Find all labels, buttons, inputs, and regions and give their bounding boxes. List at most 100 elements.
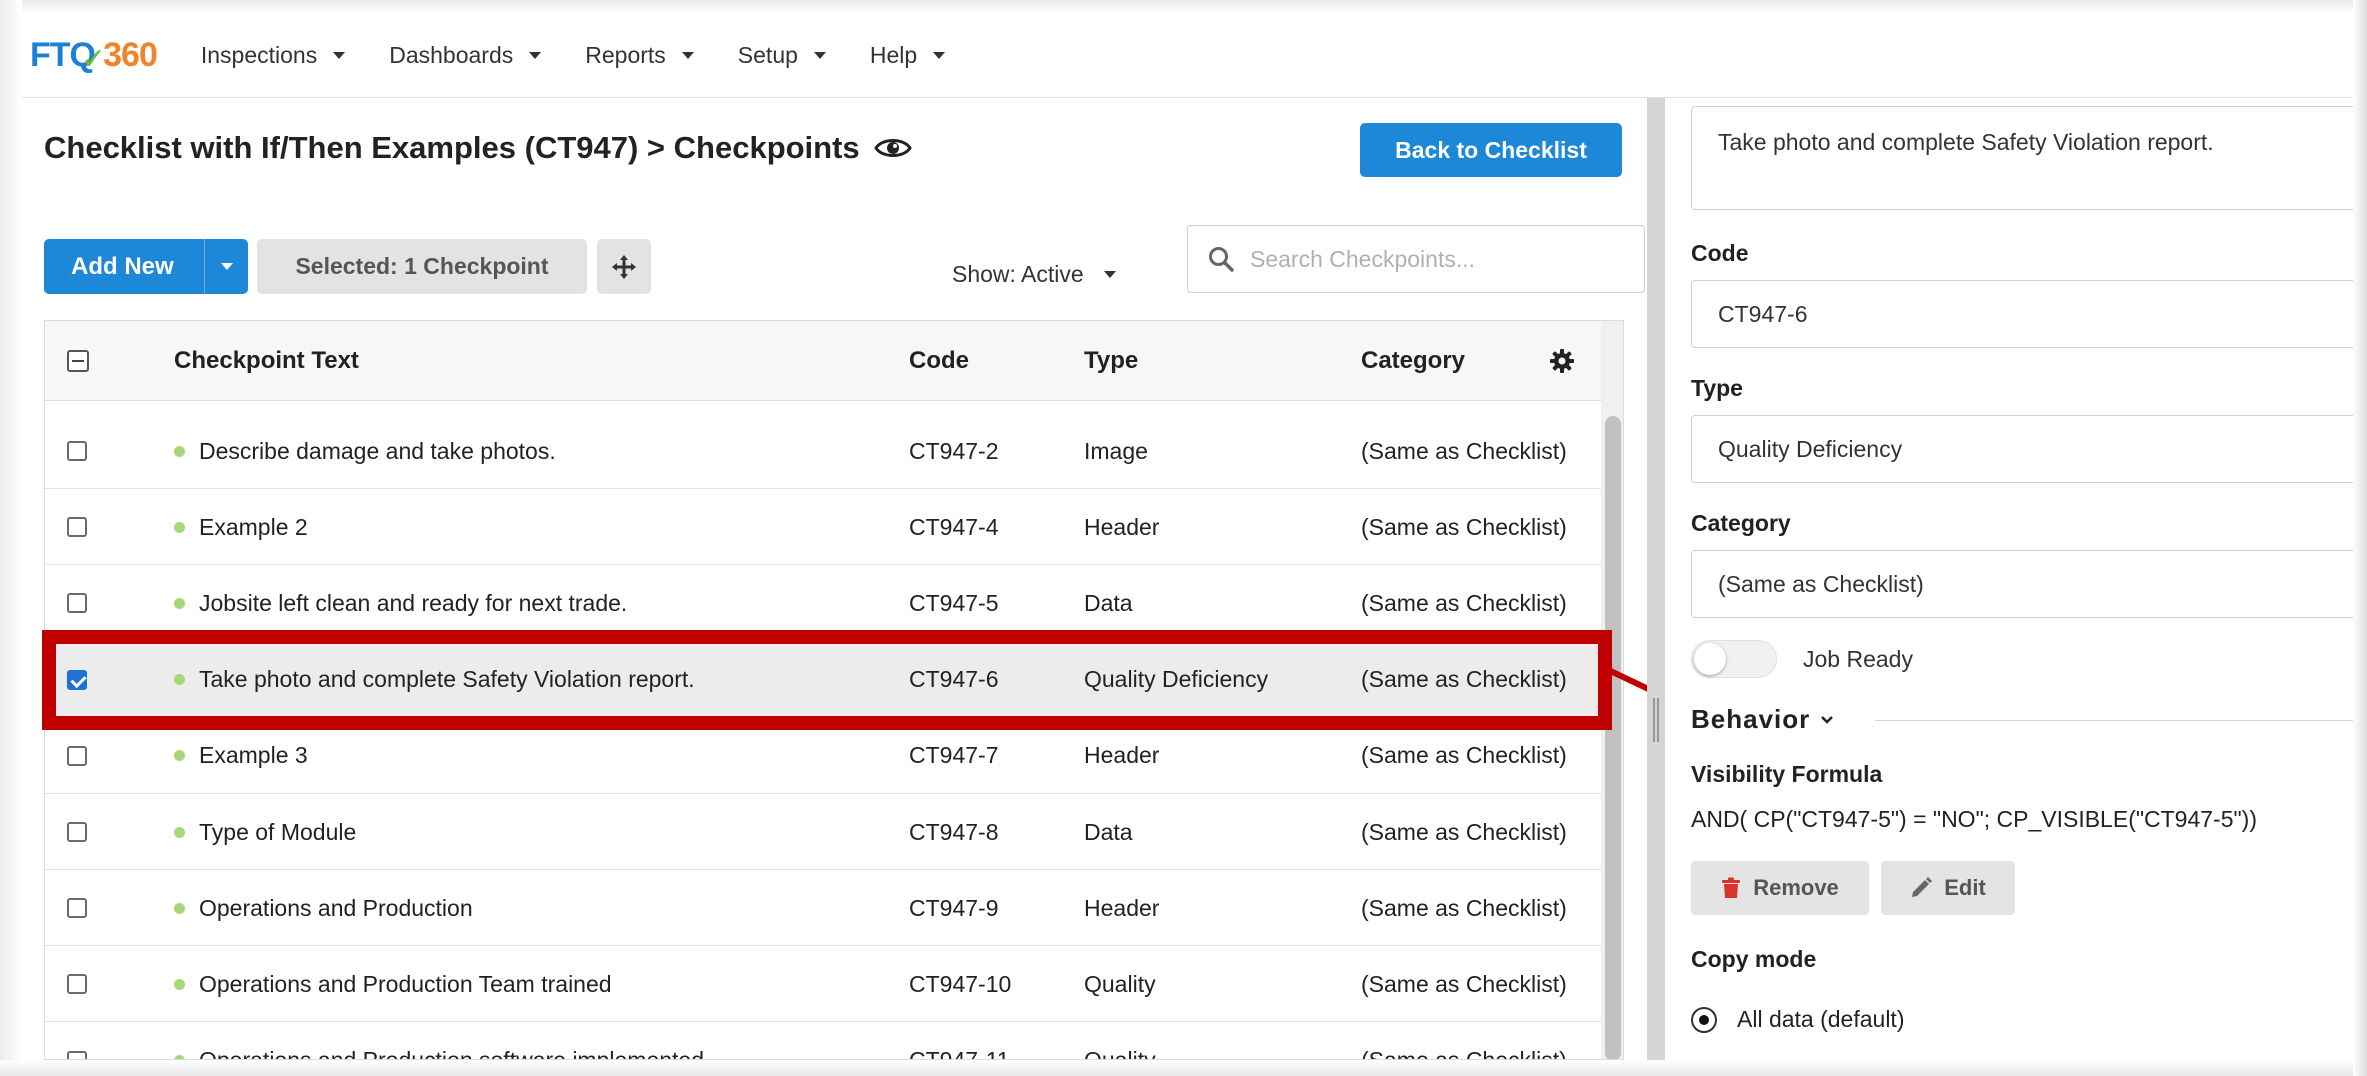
column-header-type[interactable]: Type (1084, 321, 1138, 401)
nav-inspections[interactable]: Inspections (201, 42, 346, 69)
row-checkbox[interactable] (67, 745, 87, 766)
checkpoint-text: Example 2 (199, 513, 308, 540)
show-filter-dropdown[interactable]: Show: Active (952, 261, 1116, 288)
row-checkbox-cell[interactable] (67, 794, 87, 870)
page-title-text: Checklist with If/Then Examples (CT947) … (44, 130, 860, 165)
row-checkbox-cell[interactable] (67, 489, 87, 565)
checkpoint-type: Header (1084, 742, 1160, 769)
type-select[interactable]: Quality Deficiency (1691, 415, 2361, 483)
behavior-section-toggle[interactable]: Behavior (1691, 704, 1834, 735)
table-row[interactable]: Describe damage and take photos. CT947-2 I… (45, 413, 1601, 489)
checkpoint-text-cell[interactable]: Take photo and complete Safety Violation… (174, 642, 695, 718)
panel-splitter[interactable] (1647, 98, 1665, 1060)
checkpoint-code: CT947-5 (909, 589, 999, 616)
row-checkbox[interactable] (67, 974, 87, 995)
back-to-checklist-button[interactable]: Back to Checklist (1360, 123, 1622, 177)
code-label: Code (1691, 240, 1749, 266)
pencil-icon (1912, 877, 1933, 897)
add-new-button[interactable]: Add New (44, 239, 248, 294)
table-row[interactable]: Operations and Production Team trained CT… (45, 946, 1601, 1023)
code-field[interactable]: CT947-6 (1691, 280, 2361, 348)
nav-label: Help (869, 42, 918, 68)
checkpoint-type: Header (1084, 894, 1160, 921)
checkpoint-code: CT947-6 (909, 666, 999, 693)
nav-help[interactable]: Help (869, 42, 946, 69)
table-row[interactable]: Jobsite left clean and ready for next tr… (45, 565, 1601, 642)
radio-selected-icon[interactable] (1691, 1006, 1717, 1033)
column-header-code[interactable]: Code (909, 321, 969, 401)
section-divider (1875, 720, 2355, 721)
row-checkbox-cell[interactable] (67, 1023, 87, 1059)
trash-icon (1722, 877, 1741, 898)
nav-dashboards[interactable]: Dashboards (389, 42, 542, 69)
category-select[interactable]: (Same as Checklist) (1691, 550, 2361, 618)
checkpoint-category: (Same as Checklist) (1361, 970, 1567, 997)
row-checkbox[interactable] (67, 1050, 87, 1059)
checkpoint-text-cell[interactable]: Type of Module (174, 794, 356, 870)
copy-mode-option-label: All data (default) (1737, 1006, 1905, 1032)
row-checkbox[interactable] (67, 441, 87, 461)
row-checkbox[interactable] (67, 898, 87, 919)
row-checkbox[interactable] (67, 517, 87, 538)
ftq360-logo[interactable]: FTQ ✓ 360 (30, 36, 158, 76)
nav-label: Setup (737, 42, 798, 68)
table-row[interactable]: Example 2 CT947-4 Header (Same as Checklist… (45, 489, 1601, 566)
move-button[interactable] (597, 239, 651, 294)
toggle-knob (1694, 643, 1726, 675)
checkpoint-text-cell[interactable]: Jobsite left clean and ready for next tr… (174, 565, 627, 641)
checkpoint-type: Data (1084, 589, 1133, 616)
table-scrollbar-thumb[interactable] (1605, 416, 1621, 1059)
table-row[interactable]: Example 3 CT947-7 Header (Same as Checklist… (45, 717, 1601, 794)
row-checkbox[interactable] (67, 593, 87, 614)
checkpoint-text-cell[interactable]: Operations and Production (174, 870, 473, 946)
row-checkbox[interactable] (67, 822, 87, 842)
table-row[interactable]: Operations and Production software imple… (45, 1022, 1601, 1059)
row-checkbox-cell[interactable] (67, 870, 87, 946)
edit-formula-button[interactable]: Edit (1881, 861, 2015, 915)
checkpoint-type: Data (1084, 818, 1133, 845)
row-checkbox-cell[interactable] (67, 565, 87, 641)
table-row[interactable]: Take photo and complete Safety Violation… (45, 641, 1601, 718)
checkpoint-code: CT947-8 (909, 818, 999, 845)
checkpoint-text-field[interactable]: Take photo and complete Safety Violation… (1691, 106, 2361, 210)
checkpoint-text-cell[interactable]: Operations and Production Team trained (174, 946, 612, 1022)
add-new-dropdown-toggle[interactable] (204, 239, 248, 294)
checkpoint-category: (Same as Checklist) (1361, 513, 1567, 540)
remove-formula-button[interactable]: Remove (1691, 861, 1869, 915)
row-checkbox-cell[interactable] (67, 946, 87, 1022)
splitter-grip[interactable] (1653, 698, 1659, 742)
row-checkbox-cell[interactable] (67, 718, 87, 794)
row-checkbox[interactable] (67, 669, 87, 690)
copy-mode-all-data-radio[interactable]: All data (default) (1691, 1006, 1904, 1033)
checkpoint-code: CT947-2 (909, 437, 999, 464)
active-status-dot-icon (174, 521, 185, 533)
checkpoint-text: Operations and Production Team trained (199, 970, 612, 997)
edit-label: Edit (1944, 875, 1986, 900)
checkpoint-text-cell[interactable]: Example 2 (174, 489, 308, 565)
checkpoint-text-cell[interactable]: Example 3 (174, 718, 308, 794)
job-ready-toggle[interactable] (1691, 640, 1777, 678)
column-settings-button[interactable] (1549, 321, 1575, 401)
checkpoint-type: Quality (1084, 970, 1156, 997)
select-all-checkbox-cell[interactable] (67, 321, 89, 401)
table-row[interactable]: Type of Module CT947-8 Data (Same as Checkl… (45, 794, 1601, 870)
visibility-formula-label: Visibility Formula (1691, 761, 1883, 787)
top-navbar: FTQ ✓ 360 Inspections Dashboards Reports… (22, 14, 2353, 98)
caret-down-icon (933, 52, 946, 59)
checkpoint-code: CT947-4 (909, 513, 999, 540)
eye-icon[interactable] (873, 135, 912, 161)
row-checkbox-cell[interactable] (67, 642, 87, 718)
table-row[interactable]: Operations and Production CT947-9 Header (S… (45, 870, 1601, 947)
selected-count-button[interactable]: Selected: 1 Checkpoint (257, 239, 587, 294)
checkpoint-text-cell[interactable]: Describe damage and take photos. (174, 413, 556, 489)
app-window: FTQ ✓ 360 Inspections Dashboards Reports… (0, 0, 2367, 1076)
checkpoint-text-cell[interactable]: Operations and Production software imple… (174, 1023, 704, 1059)
nav-reports[interactable]: Reports (585, 42, 694, 69)
column-header-text[interactable]: Checkpoint Text (174, 321, 359, 401)
column-header-category[interactable]: Category (1361, 321, 1465, 401)
row-checkbox-cell[interactable] (67, 413, 87, 489)
select-all-checkbox[interactable] (67, 350, 89, 372)
search-input[interactable] (1250, 245, 1630, 273)
checkpoint-type: Quality (1084, 1023, 1156, 1059)
nav-setup[interactable]: Setup (738, 42, 826, 69)
